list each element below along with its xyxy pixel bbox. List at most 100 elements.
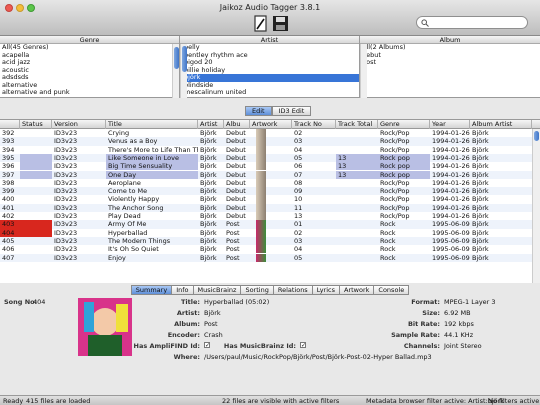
table-cell[interactable]: 1994-01-26 xyxy=(430,129,470,137)
table-cell[interactable]: Rock/Pop xyxy=(378,204,430,212)
table-cell[interactable]: 11 xyxy=(292,204,336,212)
table-cell[interactable]: 392 xyxy=(0,129,20,137)
table-cell[interactable]: Post xyxy=(224,254,250,262)
table-row[interactable]: 397 ID3v23 One Day Björk Debut 07 13 Rock pop 19… xyxy=(0,170,532,179)
table-cell[interactable]: 394 xyxy=(0,146,20,154)
table-cell[interactable]: 05 xyxy=(292,254,336,262)
table-cell[interactable]: 1994-01-26 xyxy=(430,212,470,220)
table-cell[interactable]: Björk xyxy=(470,179,532,187)
genre-item[interactable]: adsdsds xyxy=(0,74,179,82)
table-cell[interactable]: Rock xyxy=(378,220,430,228)
table-cell[interactable]: Rock pop xyxy=(378,170,430,179)
table-cell[interactable]: Debut xyxy=(224,146,250,154)
table-cell[interactable]: Björk xyxy=(198,171,224,179)
table-cell[interactable]: 13 xyxy=(336,170,378,179)
album-item[interactable]: debut xyxy=(360,52,540,60)
table-cell[interactable]: 1994-01-26 xyxy=(430,187,470,195)
album-item[interactable]: post xyxy=(360,59,540,67)
table-cell[interactable]: Björk xyxy=(198,220,224,228)
table-cell[interactable]: Debut xyxy=(224,179,250,187)
table-cell[interactable]: Rock/Pop xyxy=(378,137,430,145)
table-cell[interactable]: Debut xyxy=(224,171,250,179)
edit-file-icon[interactable] xyxy=(252,15,269,32)
table-cell[interactable]: ID3v23 xyxy=(52,220,106,228)
table-row[interactable]: 398 ID3v23 Aeroplane Björk Debut 08 Rock/Pop 19… xyxy=(0,178,532,188)
table-cell[interactable]: 395 xyxy=(0,154,20,162)
table-cell[interactable]: 1994-01-26 xyxy=(430,154,470,162)
table-cell[interactable] xyxy=(336,229,378,237)
table-cell[interactable]: Rock xyxy=(378,237,430,245)
table-cell[interactable]: Björk xyxy=(470,187,532,195)
table-cell[interactable]: Björk xyxy=(470,137,532,145)
genre-scrollbar[interactable] xyxy=(172,44,179,98)
table-cell[interactable]: Debut xyxy=(224,137,250,145)
table-cell[interactable]: Björk xyxy=(470,220,532,228)
artist-header[interactable]: Artist xyxy=(180,36,359,44)
table-cell[interactable] xyxy=(336,137,378,145)
table-cell[interactable]: 1994-01-26 xyxy=(430,195,470,203)
table-cell[interactable] xyxy=(336,212,378,220)
table-cell[interactable]: Enjoy xyxy=(106,254,198,262)
table-cell[interactable]: 10 xyxy=(292,195,336,203)
tab-info[interactable]: Info xyxy=(172,285,194,295)
table-cell[interactable]: Björk xyxy=(198,162,224,170)
table-cell[interactable]: 1995-06-09 xyxy=(430,245,470,253)
table-cell[interactable]: Björk xyxy=(470,162,532,170)
table-cell[interactable]: Rock pop xyxy=(378,162,430,171)
table-cell[interactable]: ID3v23 xyxy=(52,187,106,195)
table-cell[interactable]: Post xyxy=(224,237,250,245)
column-header[interactable]: Albu xyxy=(224,120,250,129)
table-cell[interactable]: Play Dead xyxy=(106,212,198,220)
table-cell[interactable]: Björk xyxy=(470,129,532,137)
table-cell[interactable]: Debut xyxy=(224,204,250,212)
table-cell[interactable]: 399 xyxy=(0,187,20,195)
table-cell[interactable]: Debut xyxy=(224,154,250,162)
table-cell[interactable] xyxy=(336,220,378,228)
table-cell[interactable]: 1994-01-26 xyxy=(430,146,470,154)
table-cell[interactable]: 07 xyxy=(292,171,336,179)
amplifind-checkbox[interactable]: ✓ xyxy=(204,342,210,349)
genre-item[interactable]: alternative and punk xyxy=(0,89,179,97)
table-cell[interactable] xyxy=(336,195,378,203)
table-cell[interactable] xyxy=(20,245,52,253)
table-cell[interactable]: ID3v23 xyxy=(52,154,106,162)
column-header[interactable]: Artwork xyxy=(250,120,292,129)
table-row[interactable]: 400 ID3v23 Violently Happy Björk Debut 10 Rock… xyxy=(0,195,532,204)
table-cell[interactable]: ID3v23 xyxy=(52,137,106,145)
genre-item[interactable]: acapella xyxy=(0,52,179,60)
table-cell[interactable]: ID3v23 xyxy=(52,195,106,203)
table-cell[interactable] xyxy=(336,237,378,245)
table-cell[interactable]: ID3v23 xyxy=(52,212,106,220)
search-input[interactable] xyxy=(416,16,528,29)
table-cell[interactable]: 1994-01-26 xyxy=(430,204,470,212)
table-cell[interactable] xyxy=(20,254,52,262)
table-cell[interactable]: 396 xyxy=(0,162,20,170)
table-cell[interactable]: Post xyxy=(224,229,250,237)
artist-item[interactable]: mescalinum united xyxy=(182,89,359,97)
artist-scrollbar[interactable] xyxy=(180,44,187,98)
artist-item[interactable]: billie holiday xyxy=(182,67,359,75)
table-cell[interactable] xyxy=(336,245,378,253)
artist-item[interactable]: blindside xyxy=(182,82,359,90)
table-cell[interactable]: It's Oh So Quiet xyxy=(106,245,198,253)
table-cell[interactable] xyxy=(20,187,52,195)
table-cell[interactable]: 06 xyxy=(292,162,336,170)
column-header[interactable]: Year xyxy=(430,120,470,129)
tab-musicbrainz[interactable]: MusicBrainz xyxy=(193,285,242,295)
tab-edit[interactable]: Edit xyxy=(245,106,272,116)
table-cell[interactable]: Björk xyxy=(198,245,224,253)
table-row[interactable]: 402 ID3v23 Play Dead Björk Debut 13 Rock/Pop 19… xyxy=(0,212,532,221)
table-cell[interactable]: 397 xyxy=(0,171,20,179)
table-cell[interactable]: 401 xyxy=(0,204,20,212)
artist-item[interactable]: bigod 20 xyxy=(182,59,359,67)
table-cell[interactable]: Björk xyxy=(198,212,224,220)
table-cell[interactable]: 02 xyxy=(292,229,336,237)
table-cell[interactable]: ID3v23 xyxy=(52,162,106,170)
table-cell[interactable]: Rock xyxy=(378,254,430,262)
table-cell[interactable] xyxy=(20,162,52,171)
table-cell[interactable]: Rock/Pop xyxy=(378,179,430,187)
table-cell[interactable]: Björk xyxy=(198,254,224,262)
table-cell[interactable]: Debut xyxy=(224,162,250,170)
table-cell[interactable] xyxy=(20,179,52,187)
table-cell[interactable]: Aeroplane xyxy=(106,179,198,187)
